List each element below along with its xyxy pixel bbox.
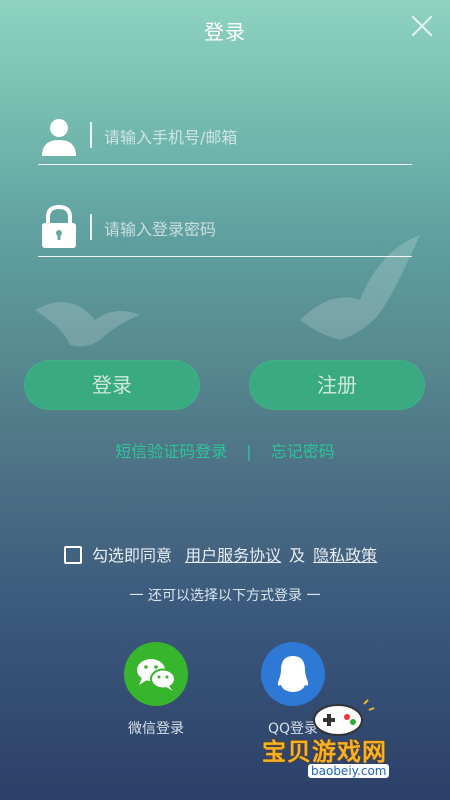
page-title: 登录: [204, 20, 246, 44]
watermark: 宝贝游戏网 baobeiy.com: [262, 698, 418, 788]
agreement-prefix: 勾选即同意: [92, 546, 173, 565]
login-button[interactable]: 登录: [24, 360, 200, 410]
user-icon: [42, 119, 76, 156]
service-agreement-link[interactable]: 用户服务协议: [185, 546, 281, 565]
other-methods-label: 一 还可以选择以下方式登录 一: [129, 588, 321, 604]
agreement-row: 勾选即同意 用户服务协议及隐私政策: [64, 542, 377, 566]
watermark-text: 宝贝游戏网: [262, 738, 387, 766]
bird-silhouette-1: [35, 302, 140, 347]
account-field[interactable]: 请输入手机号/邮箱: [38, 108, 412, 165]
auth-links: 短信验证码登录 | 忘记密码: [0, 438, 450, 462]
agreement-and: 及: [289, 546, 306, 565]
lock-icon: [42, 204, 76, 248]
wechat-icon: [137, 659, 176, 691]
register-button[interactable]: 注册: [249, 360, 425, 410]
agree-checkbox[interactable]: [64, 546, 82, 564]
privacy-policy-link[interactable]: 隐私政策: [313, 546, 377, 565]
wechat-login-button[interactable]: [124, 642, 188, 706]
watermark-url: baobeiy.com: [308, 764, 390, 778]
password-input[interactable]: 请输入登录密码: [104, 216, 216, 240]
forgot-password-link[interactable]: 忘记密码: [271, 442, 335, 461]
account-input[interactable]: 请输入手机号/邮箱: [104, 124, 237, 148]
sms-login-link[interactable]: 短信验证码登录: [115, 442, 227, 461]
close-icon[interactable]: [410, 14, 434, 38]
link-separator: |: [246, 442, 252, 461]
password-field[interactable]: 请输入登录密码: [38, 200, 412, 257]
field-separator: [90, 122, 92, 148]
wechat-login-label: 微信登录: [128, 721, 184, 737]
qq-icon: [277, 656, 309, 692]
qq-login-button[interactable]: [261, 642, 325, 706]
field-separator: [90, 214, 92, 240]
